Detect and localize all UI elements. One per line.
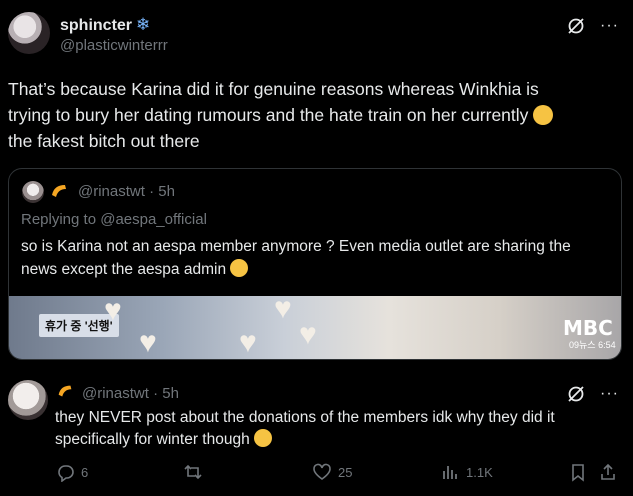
retweet-button[interactable] xyxy=(183,462,209,482)
more-icon[interactable]: ··· xyxy=(600,385,619,403)
tweet-text: That’s because Karina did it for genuine… xyxy=(8,76,623,154)
reply-text-line-wrap: specifically for winter though xyxy=(55,429,620,451)
tweet-text-line: the fakest bitch out there xyxy=(8,131,200,151)
heart-sticker-icon: ♥ xyxy=(274,292,292,325)
quoted-tweet-text: so is Karina not an aespa member anymore… xyxy=(21,235,611,281)
tweet-text-line-wrap: trying to bury her dating rumours and th… xyxy=(8,102,623,128)
replying-to: Replying to @aespa_official xyxy=(21,211,207,228)
share-icon xyxy=(601,463,615,480)
author-handle[interactable]: @plasticwinterrr xyxy=(60,37,168,54)
grok-icon[interactable] xyxy=(566,16,586,36)
thinking-emoji-icon xyxy=(254,429,273,447)
quoted-author-badge-icon xyxy=(48,181,70,203)
quoted-text-line-wrap: news except the aespa admin xyxy=(21,258,611,281)
view-count: 1.1K xyxy=(466,464,493,480)
heart-sticker-icon: ♥ xyxy=(104,294,122,327)
like-count: 25 xyxy=(338,464,353,480)
quoted-media-image[interactable]: 휴가 중 '선행' ♥ ♥ ♥ ♥ ♥ MBC 09뉴스 6:54 xyxy=(9,292,621,359)
author-name[interactable]: sphincter ❄ xyxy=(60,15,150,35)
reply-icon xyxy=(58,465,74,482)
reply-button[interactable]: 6 xyxy=(55,462,88,482)
author-avatar[interactable] xyxy=(8,12,50,54)
quoted-tweet-card[interactable]: @rinastwt · 5h Replying to @aespa_offici… xyxy=(8,168,622,360)
tweet-top-actions: ··· xyxy=(566,16,619,36)
heart-icon xyxy=(313,463,331,480)
reply-text-line: specifically for winter though xyxy=(55,431,250,448)
reply-count: 6 xyxy=(81,464,89,480)
bookmark-button[interactable] xyxy=(568,462,588,482)
heart-sticker-icon: ♥ xyxy=(139,326,157,359)
like-button[interactable]: 25 xyxy=(312,462,352,482)
grok-icon[interactable] xyxy=(566,384,586,404)
author-display-name[interactable]: sphincter xyxy=(60,17,132,34)
mbc-logo: MBC xyxy=(563,316,613,340)
reply-handle-time[interactable]: @rinastwt · 5h xyxy=(82,385,179,402)
reply-top-actions: ··· xyxy=(566,384,619,404)
reply-text-line: they NEVER post about the donations of t… xyxy=(55,409,555,426)
views-button[interactable]: 1.1K xyxy=(440,462,493,482)
share-button[interactable] xyxy=(598,462,618,482)
laughing-emoji-icon xyxy=(230,259,249,277)
retweet-icon xyxy=(184,464,202,480)
heart-sticker-icon: ♥ xyxy=(239,326,257,359)
quoted-text-line: news except the aespa admin xyxy=(21,261,227,278)
reply-author-avatar[interactable] xyxy=(8,380,48,420)
bookmark-icon xyxy=(572,464,584,482)
quoted-author-avatar xyxy=(22,181,44,203)
tweet-text-line: trying to bury her dating rumours and th… xyxy=(8,105,529,125)
tweet-text-line: That’s because Karina did it for genuine… xyxy=(8,79,539,99)
action-bar: 6 25 1.1K xyxy=(55,462,620,486)
quoted-text-line: so is Karina not an aespa member anymore… xyxy=(21,238,571,255)
quoted-handle-time: @rinastwt · 5h xyxy=(78,183,175,200)
snowflake-icon: ❄ xyxy=(136,15,151,34)
broadcast-time: 09뉴스 6:54 xyxy=(569,340,616,350)
more-icon[interactable]: ··· xyxy=(600,17,619,35)
reply-author-badge-icon xyxy=(55,382,75,402)
eyeroll-emoji-icon xyxy=(533,105,554,125)
views-icon xyxy=(443,466,457,479)
heart-sticker-icon: ♥ xyxy=(299,318,317,351)
reply-tweet-text: they NEVER post about the donations of t… xyxy=(55,407,620,451)
